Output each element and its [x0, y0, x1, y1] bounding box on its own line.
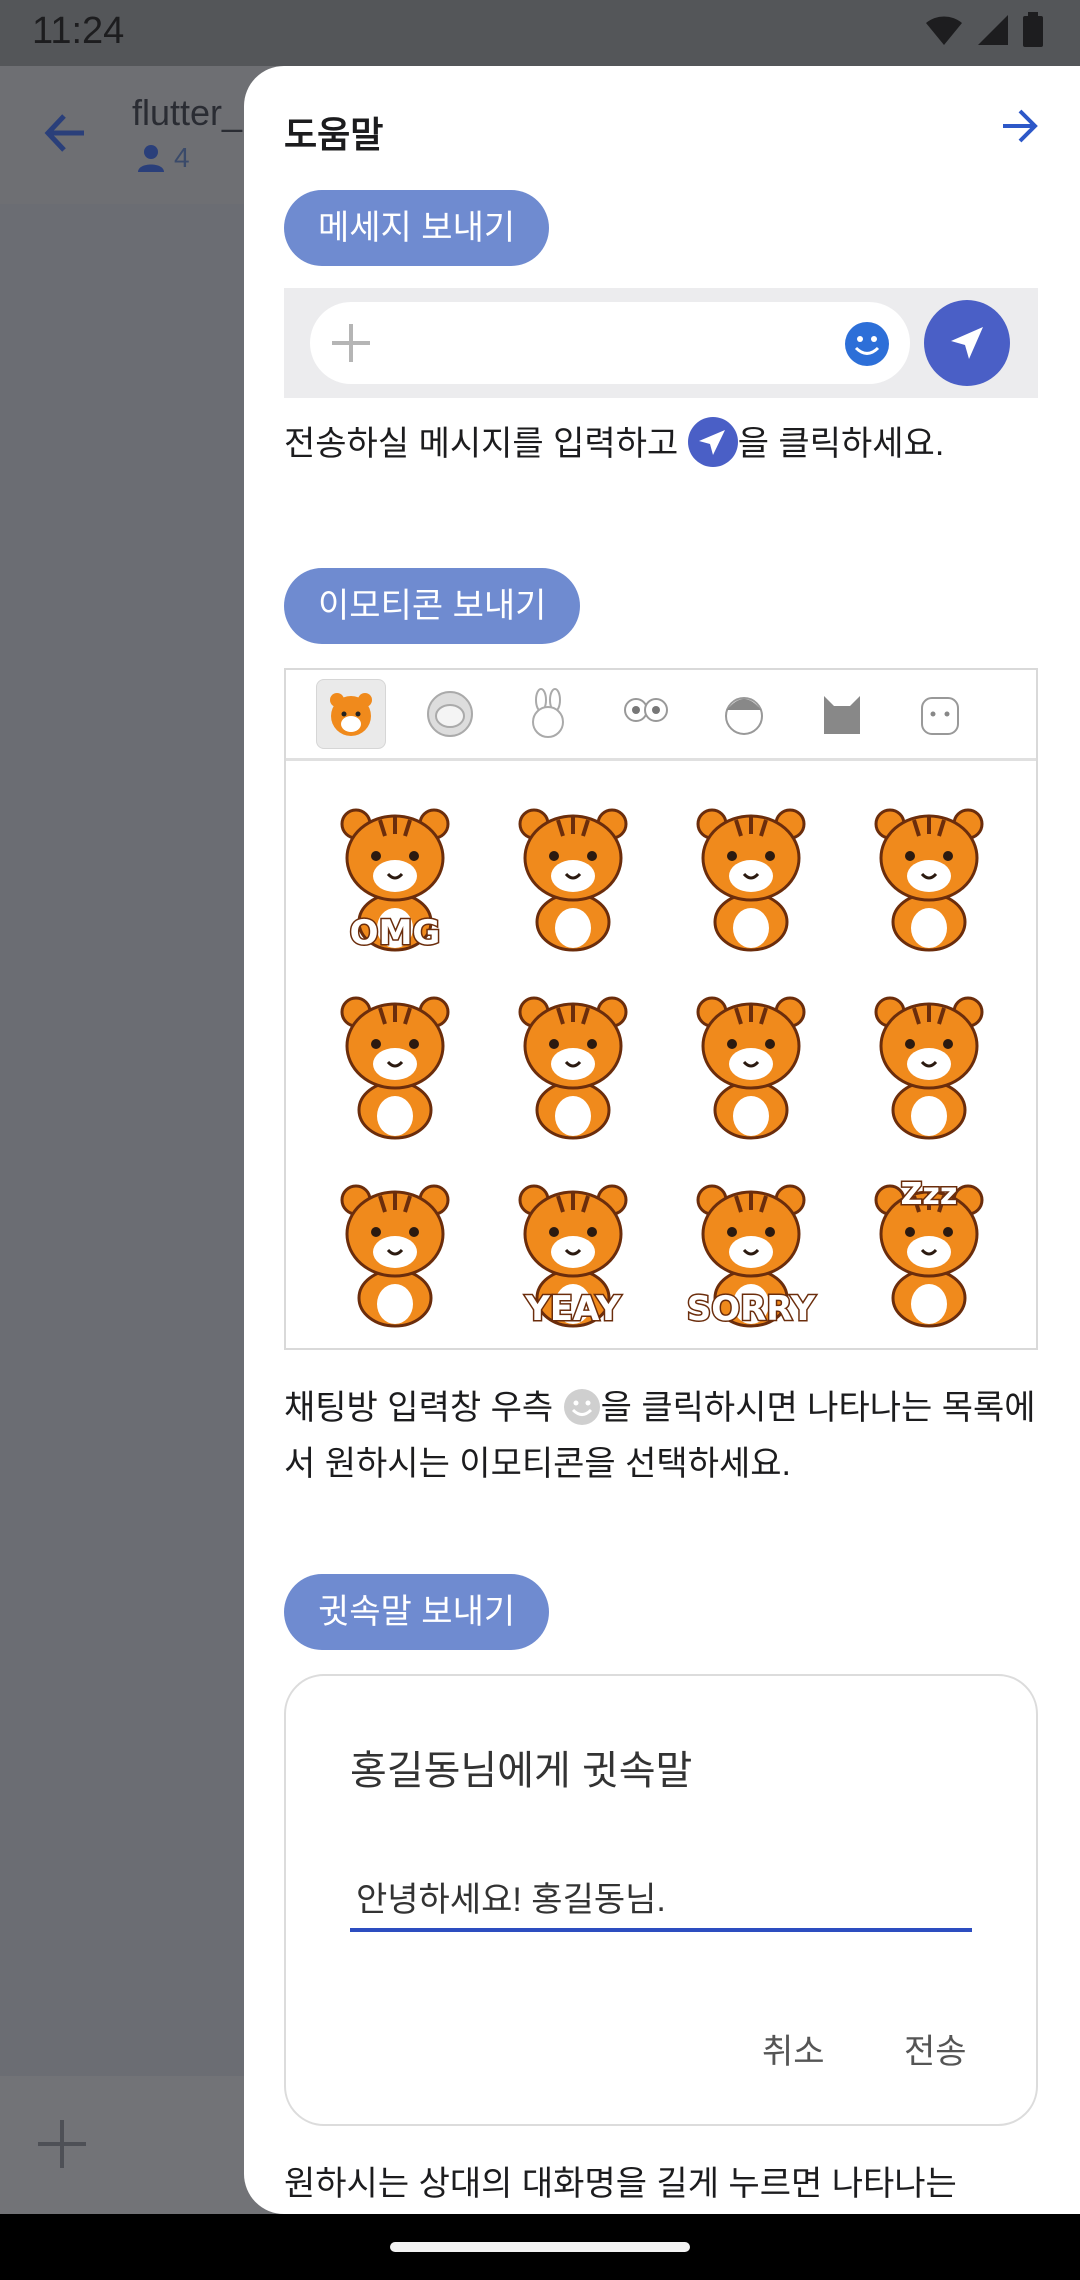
- tiger-icon: SORRY: [685, 1184, 817, 1330]
- bug-eyes-icon: [624, 698, 668, 722]
- section-pill-message: 메세지 보내기: [284, 190, 550, 266]
- section-pill-whisper: 귓속말 보내기: [284, 1574, 550, 1650]
- emoticon-tab-cat: [808, 680, 876, 748]
- tiger-icon: [696, 996, 806, 1140]
- tiger-icon: [330, 693, 372, 736]
- tiger-icon: [518, 996, 628, 1140]
- section-pill-emoticon: 이모티콘 보내기: [284, 568, 581, 644]
- whisper-dialog-title: 홍길동님에게 귓속말: [350, 1749, 693, 1793]
- arrow-forward-icon[interactable]: [1000, 106, 1040, 146]
- sticker-tiger: OMG: [306, 780, 484, 968]
- rabbit-icon: [532, 688, 564, 738]
- emoticon-tab-rabbit: [514, 680, 582, 748]
- send-icon: [951, 327, 983, 359]
- desc-text: 채팅방 입력창 우측: [284, 1389, 563, 1427]
- plus-icon[interactable]: [34, 2116, 90, 2172]
- send-button: [924, 300, 1010, 386]
- sticker-tiger: SORRY: [662, 1156, 840, 1344]
- emoji-icon: [845, 322, 889, 366]
- sticker-tiger: [662, 968, 840, 1156]
- member-count: 4: [136, 142, 190, 174]
- emoji-icon: [563, 1389, 600, 1425]
- emoticon-tab-boy: [710, 680, 778, 748]
- sticker-label: Zzz: [901, 1177, 958, 1212]
- emoticon-tab-astronaut: [416, 680, 484, 748]
- boy-icon: [725, 697, 763, 735]
- sticker-label: OMG: [350, 913, 441, 953]
- sticker-tiger: Zzz: [840, 1156, 1018, 1344]
- sticker-tiger: [484, 968, 662, 1156]
- section-desc-message: 전송하실 메시지를 입력하고 을 클릭하세요.: [284, 416, 1044, 472]
- plus-icon: [332, 324, 370, 362]
- sticker-label: SORRY: [687, 1289, 816, 1329]
- emoticon-tab-bug-eyes: [612, 680, 680, 748]
- emoticon-picker-demo: OMG YEAY SORRY Zzz: [284, 668, 1038, 1350]
- emoticon-tab-tiger: [316, 679, 386, 749]
- status-bar: 11:24: [0, 0, 1080, 66]
- emoticon-tab-puppy: [906, 680, 974, 748]
- tiger-icon: [874, 808, 984, 952]
- tiger-icon: OMG: [340, 808, 450, 954]
- sticker-tiger: [484, 780, 662, 968]
- status-icons: [924, 12, 1044, 48]
- sticker-tiger: [840, 968, 1018, 1156]
- whisper-input-underline: [350, 1928, 972, 1932]
- desc-text: 을 클릭하세요.: [737, 425, 945, 463]
- whisper-cancel-button: 취소: [762, 2033, 825, 2071]
- help-drawer: 도움말 메세지 보내기 전송하실 메시지를 입력하고 을 클릭하세요. 이모티콘…: [244, 66, 1080, 2214]
- astronaut-icon: [427, 691, 473, 737]
- status-time: 11:24: [32, 10, 125, 52]
- tiger-icon: [874, 996, 984, 1140]
- sticker-tiger: [306, 968, 484, 1156]
- battery-icon: [1023, 12, 1043, 47]
- tiger-icon: YEAY: [518, 1184, 628, 1330]
- back-arrow-icon[interactable]: [42, 110, 88, 156]
- signal-icon: [978, 15, 1008, 45]
- chat-title: flutter_: [132, 92, 243, 133]
- tiger-icon: [340, 996, 450, 1140]
- message-input: [310, 302, 910, 384]
- emoticon-tabs: [286, 670, 1036, 761]
- desc-text: 전송하실 메시지를 입력하고: [284, 425, 688, 463]
- wifi-icon: [926, 16, 962, 45]
- tiger-icon: Zzz: [874, 1176, 984, 1328]
- send-icon: [687, 417, 738, 467]
- person-icon: [138, 145, 164, 172]
- cat-icon: [824, 696, 860, 734]
- sticker-label: YEAY: [524, 1289, 621, 1329]
- member-count-value: 4: [174, 142, 190, 173]
- whisper-input: 안녕하세요! 홍길동님.: [356, 1881, 666, 1919]
- home-indicator[interactable]: [390, 2242, 690, 2252]
- tiger-icon: [518, 808, 628, 952]
- sticker-tiger: [306, 1156, 484, 1344]
- sticker-grid: OMG YEAY SORRY Zzz: [306, 780, 1018, 1344]
- whisper-send-button: 전송: [904, 2033, 967, 2071]
- puppy-icon: [921, 697, 959, 735]
- tiger-icon: [696, 808, 806, 952]
- sticker-tiger: [662, 780, 840, 968]
- navigation-bar: [0, 2214, 1080, 2280]
- whisper-dialog-demo: 홍길동님에게 귓속말 안녕하세요! 홍길동님. 취소 전송: [284, 1674, 1038, 2126]
- section-desc-whisper: 원하시는 상대의 대화명을 길게 누르면 나타나는: [284, 2165, 957, 2203]
- section-desc-emoticon: 채팅방 입력창 우측 을 클릭하시면 나타나는 목록에서 원하시는 이모티콘을 …: [284, 1380, 1044, 1492]
- tiger-icon: [340, 1184, 450, 1328]
- sticker-tiger: [840, 780, 1018, 968]
- message-input-demo: [284, 288, 1038, 398]
- drawer-title: 도움말: [284, 114, 384, 155]
- sticker-tiger: YEAY: [484, 1156, 662, 1344]
